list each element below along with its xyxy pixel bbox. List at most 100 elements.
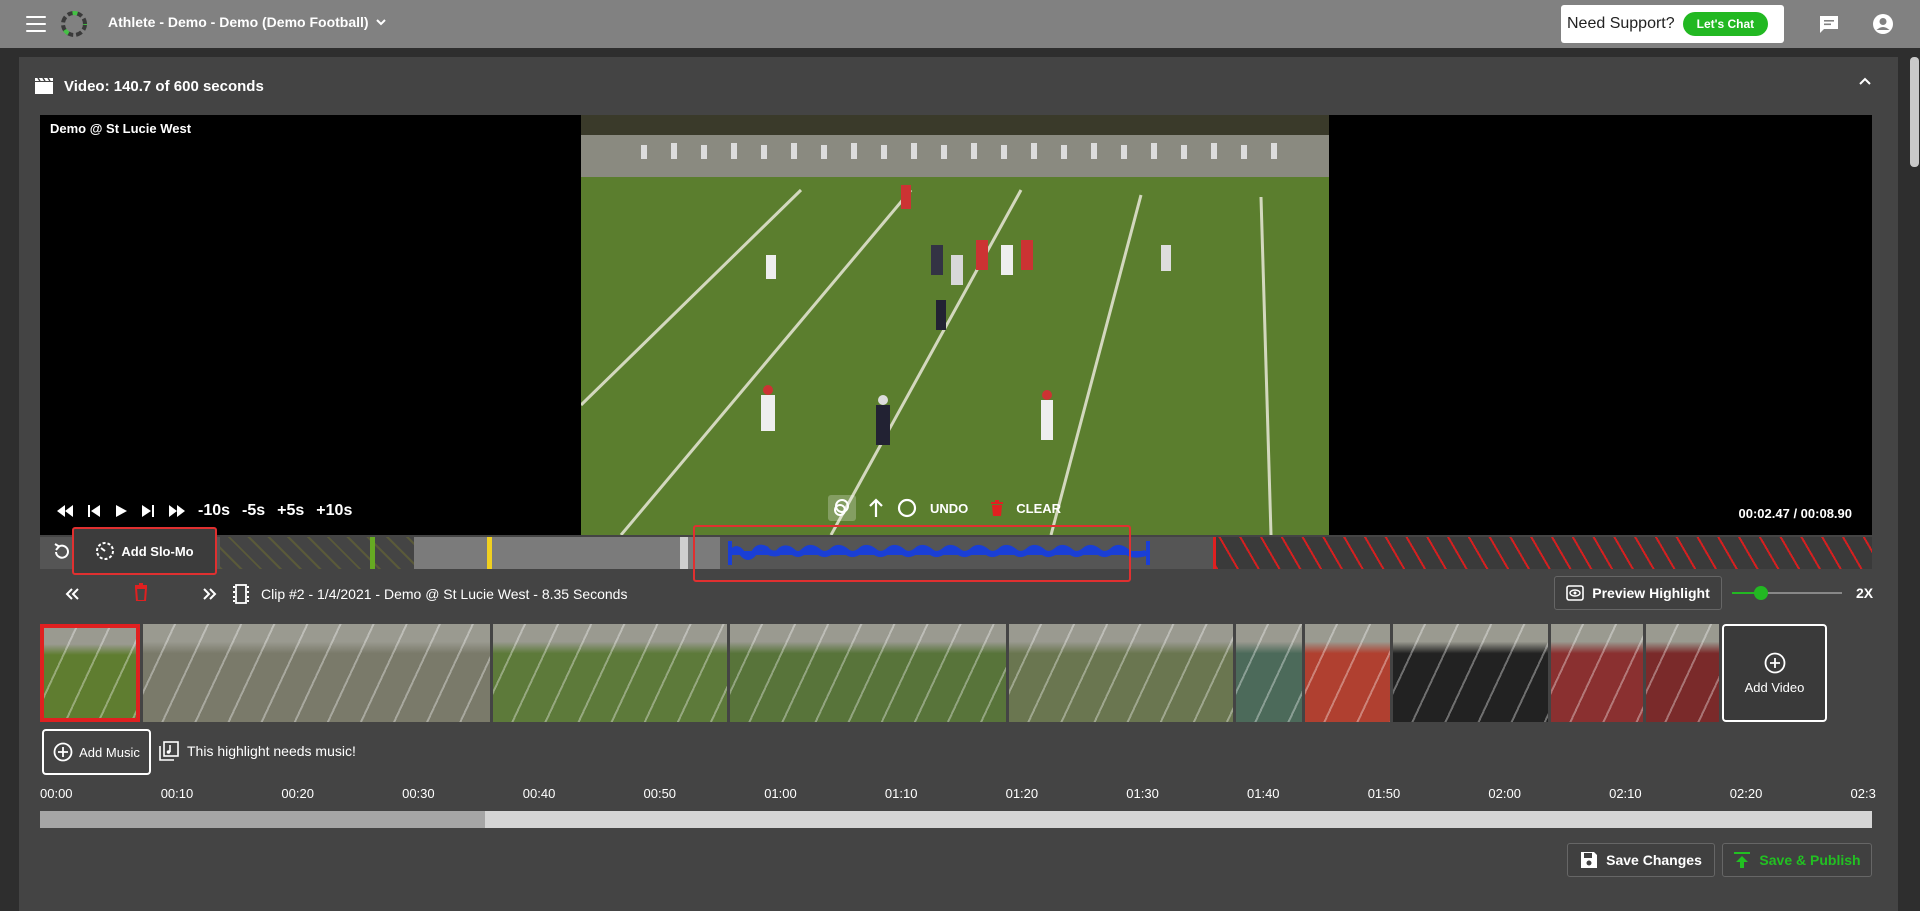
publish-icon — [1734, 852, 1751, 868]
circle-tool-button[interactable] — [896, 497, 918, 519]
preview-highlight-button[interactable]: Preview Highlight — [1554, 576, 1722, 610]
chat-button[interactable]: Let's Chat — [1682, 12, 1769, 36]
team-selector[interactable]: Athlete - Demo - Demo (Demo Football) — [108, 14, 387, 30]
slomo-icon — [96, 542, 115, 560]
speed-label: 2X — [1856, 585, 1874, 601]
page-scrollbar[interactable] — [1910, 57, 1919, 167]
time-display: 00:02.47 / 00:08.90 — [1738, 506, 1852, 521]
timeline-tick-label: 00:50 — [643, 786, 677, 801]
add-slomo-label: Add Slo-Mo — [121, 543, 194, 559]
yellow-marker[interactable] — [487, 537, 492, 569]
trash-icon — [134, 583, 148, 602]
support-box: Need Support? Let's Chat — [1561, 5, 1784, 43]
thumb-overlay — [1236, 624, 1302, 722]
trash-icon[interactable] — [990, 500, 1004, 516]
circle-icon — [897, 498, 917, 518]
menu-icon[interactable] — [26, 16, 46, 32]
step-forward-button[interactable] — [140, 504, 156, 518]
clear-button[interactable]: CLEAR — [1016, 501, 1061, 516]
timeline-tick-label: 00:00 — [40, 786, 73, 801]
music-notice-text: This highlight needs music! — [187, 743, 356, 759]
top-bar: Athlete - Demo - Demo (Demo Football) Ne… — [0, 0, 1920, 48]
prev-clip-button[interactable] — [64, 583, 80, 605]
rewind-button[interactable] — [56, 504, 74, 518]
thumb-4[interactable] — [730, 624, 1006, 722]
clip-info-text: Clip #2 - 1/4/2021 - Demo @ St Lucie Wes… — [261, 586, 628, 602]
thumb-8[interactable] — [1393, 624, 1548, 722]
timeline-tick-label: 00:20 — [281, 786, 314, 801]
arrow-up-icon — [869, 498, 883, 517]
next-clip-button[interactable] — [202, 583, 218, 605]
timeline-tick-label: 01:00 — [764, 786, 797, 801]
undo-button[interactable]: UNDO — [930, 501, 968, 516]
video-game-title: Demo @ St Lucie West — [50, 121, 192, 136]
video-frame — [581, 115, 1329, 535]
football-field-image — [581, 115, 1329, 535]
thumb-5[interactable] — [1009, 624, 1233, 722]
thumb-6[interactable] — [1236, 624, 1302, 722]
save-icon — [1581, 852, 1598, 868]
add-music-label: Add Music — [79, 744, 140, 760]
thumb-1[interactable] — [40, 624, 140, 722]
thumb-overlay — [1009, 624, 1233, 722]
timeline-tick-label: 01:10 — [884, 786, 918, 801]
thumb-10[interactable] — [1646, 624, 1719, 722]
plus-circle-icon — [53, 742, 73, 762]
speed-slider[interactable] — [1732, 586, 1842, 600]
user-avatar-icon[interactable] — [1872, 13, 1894, 35]
slomo-highlight-box — [693, 525, 1131, 582]
add-video-button[interactable]: Add Video — [1722, 624, 1827, 722]
trim-region-start — [220, 537, 414, 569]
skip-back-10-button[interactable]: -10s — [198, 502, 230, 520]
timeline-tick-label: 01:40 — [1247, 786, 1280, 801]
add-video-label: Add Video — [1744, 679, 1805, 695]
thumb-overlay — [1393, 624, 1548, 722]
chevron-up-icon[interactable] — [1858, 75, 1872, 89]
play-button[interactable] — [114, 504, 128, 518]
timeline-progress — [40, 811, 486, 828]
clip-region — [414, 537, 720, 569]
add-music-button[interactable]: Add Music — [42, 729, 151, 775]
trim-region-end — [1216, 537, 1872, 569]
fast-forward-icon — [169, 505, 185, 517]
timeline-tick-label: 02:20 — [1729, 786, 1763, 801]
timeline-track[interactable] — [40, 811, 1872, 828]
thumb-9[interactable] — [1551, 624, 1643, 722]
timeline-tick-label: 01:50 — [1367, 786, 1401, 801]
save-publish-button[interactable]: Save & Publish — [1722, 843, 1872, 877]
chevron-down-icon — [375, 19, 386, 26]
music-notice: This highlight needs music! — [159, 741, 356, 761]
step-back-button[interactable] — [86, 504, 102, 518]
skip-forward-5-button[interactable]: +5s — [277, 502, 304, 520]
thumb-overlay — [493, 624, 727, 722]
timeline-ticks: 00:00 00:10 00:20 00:30 00:40 00:50 01:00 01:10… — [40, 786, 1876, 806]
skip-back-5-button[interactable]: -5s — [242, 502, 265, 520]
playhead-marker[interactable] — [680, 537, 688, 569]
thumb-3[interactable] — [493, 624, 727, 722]
message-icon[interactable] — [1818, 14, 1840, 34]
arrow-tool-button[interactable] — [868, 498, 884, 518]
skip-forward-10-button[interactable]: +10s — [316, 502, 352, 520]
clip-navigation — [64, 583, 218, 605]
thumb-overlay — [1646, 624, 1719, 722]
speed-slider-handle[interactable] — [1754, 586, 1768, 600]
save-publish-label: Save & Publish — [1759, 852, 1861, 868]
video-player[interactable]: Demo @ St Lucie West -10s -5s +5s +10s U… — [40, 115, 1872, 535]
reset-icon[interactable] — [52, 542, 72, 562]
save-changes-button[interactable]: Save Changes — [1567, 843, 1715, 877]
draw-tool-button[interactable] — [828, 495, 856, 521]
thumb-2[interactable] — [143, 624, 490, 722]
thumb-overlay — [1305, 624, 1390, 722]
thumb-overlay — [730, 624, 1006, 722]
delete-clip-button[interactable] — [134, 583, 148, 605]
fast-forward-button[interactable] — [168, 504, 186, 518]
timeline-tick-label: 01:30 — [1126, 786, 1159, 801]
timeline-tick-label: 01:20 — [1005, 786, 1039, 801]
add-slomo-button[interactable]: Add Slo-Mo — [72, 527, 217, 575]
clapperboard-icon — [35, 77, 53, 94]
thumb-7[interactable] — [1305, 624, 1390, 722]
clip-info: Clip #2 - 1/4/2021 - Demo @ St Lucie Wes… — [233, 584, 627, 604]
drawing-tools: UNDO CLEAR — [828, 495, 1061, 521]
green-marker[interactable] — [370, 537, 375, 569]
timeline-tick-label: 00:10 — [160, 786, 194, 801]
